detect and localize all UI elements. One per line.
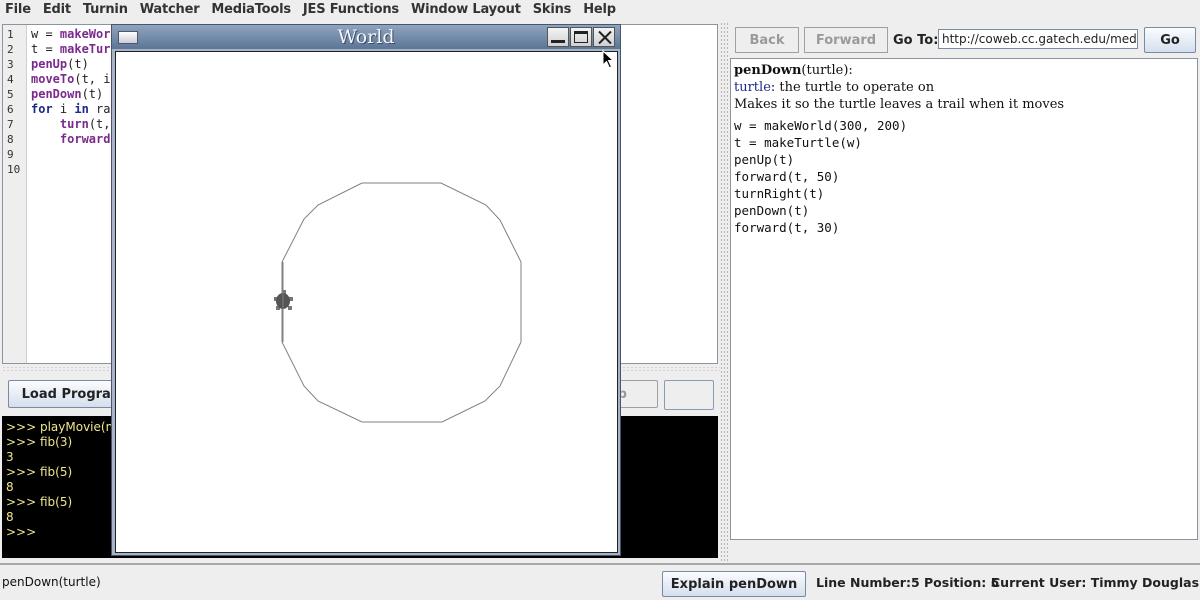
line-number: 6 (7, 103, 14, 116)
function-token: makeWorl (59, 27, 118, 41)
function-token: penDown (31, 87, 82, 101)
parameter-description: turtle: the turtle to operate on (734, 79, 1194, 96)
example-code: w = makeWorld(300, 200) t = makeTurtle(w)… (734, 117, 1194, 236)
function-token: makeTurt (59, 42, 118, 56)
help-document: penDown(turtle): turtle: the turtle to o… (730, 58, 1198, 540)
current-user-info: Current User: Timmy Douglas (991, 575, 1200, 590)
go-button[interactable]: Go (1144, 27, 1196, 53)
url-input[interactable]: http://coweb.cc.gatech.edu/medi (938, 29, 1138, 49)
keyword-token: in (74, 102, 89, 116)
forward-button[interactable]: Forward (804, 27, 888, 53)
world-canvas (115, 51, 618, 553)
line-number: 4 (7, 73, 14, 86)
minimize-icon[interactable] (547, 27, 569, 47)
function-description: Makes it so the turtle leaves a trail wh… (734, 97, 1065, 112)
line-number: 3 (7, 58, 14, 71)
code-line[interactable]: penDown(t) (31, 87, 118, 102)
line-number: 7 (7, 118, 14, 131)
keyword-token: for (31, 102, 53, 116)
code-token: (t) (81, 87, 104, 101)
close-icon[interactable] (593, 27, 615, 47)
world-title-bar[interactable]: World (112, 25, 620, 49)
menu-watcher[interactable]: Watcher (134, 0, 206, 20)
world-title: World (337, 26, 395, 48)
function-signature: penDown(turtle): (734, 62, 1194, 79)
line-number: 5 (7, 88, 14, 101)
line-position-info: Line Number:5 Position: 5 (816, 575, 1000, 590)
menu-turnin[interactable]: Turnin (77, 0, 134, 20)
menu-mediatools[interactable]: MediaTools (205, 0, 297, 20)
line-number: 1 (7, 28, 14, 41)
menu-help[interactable]: Help (577, 0, 622, 20)
blank-button[interactable] (664, 380, 714, 410)
function-token: moveTo (31, 72, 75, 86)
code-line[interactable]: turn(t, (31, 117, 118, 132)
function-token: penUp (31, 57, 68, 71)
code-token: t = (31, 42, 60, 56)
mouse-cursor-icon (602, 50, 615, 69)
example-line: forward(t, 50) (734, 169, 840, 184)
code-line[interactable]: forward( (31, 132, 118, 147)
status-text: penDown(turtle) (2, 575, 101, 589)
back-button[interactable]: Back (735, 27, 799, 53)
code-token: i (52, 102, 75, 116)
function-args: (turtle): (801, 63, 853, 78)
parameter-name: turtle (734, 80, 771, 95)
code-area[interactable]: w = makeWorl t = makeTurt penUp(t) moveTo(t… (31, 27, 118, 177)
code-line[interactable]: t = makeTurt (31, 42, 118, 57)
code-line[interactable] (31, 147, 118, 162)
vertical-split-handle[interactable] (720, 22, 728, 562)
line-number: 10 (7, 163, 21, 176)
line-number: 8 (7, 133, 14, 146)
menu-window-layout[interactable]: Window Layout (405, 0, 527, 20)
code-line[interactable]: moveTo(t, in (31, 72, 118, 87)
parameter-text: : the turtle to operate on (770, 80, 935, 95)
line-number: 2 (7, 43, 14, 56)
example-line: w = makeWorld(300, 200) (734, 118, 908, 133)
maximize-icon[interactable] (570, 27, 592, 47)
menu-edit[interactable]: Edit (37, 0, 77, 20)
world-window: World (111, 24, 621, 556)
code-token: w = (31, 27, 60, 41)
example-line: turnRight(t) (734, 186, 825, 201)
code-token: (t) (67, 57, 89, 71)
goto-label: Go To: (893, 33, 939, 48)
example-line: t = makeTurtle(w) (734, 135, 862, 150)
function-token: turn (59, 117, 89, 131)
code-line[interactable] (31, 162, 118, 177)
code-line[interactable]: penUp(t) (31, 57, 118, 72)
help-navigation-bar: Back Forward Go To: http://coweb.cc.gate… (730, 24, 1200, 56)
status-bar: penDown(turtle) Explain penDown Line Num… (0, 563, 1200, 600)
code-token: (t, (88, 117, 111, 131)
code-line[interactable]: for i in ran (31, 102, 118, 117)
menu-skins[interactable]: Skins (527, 0, 577, 20)
line-number-gutter: 1 2 3 4 5 6 7 8 9 10 (3, 25, 27, 363)
code-line[interactable]: w = makeWorl (31, 27, 118, 42)
menu-file[interactable]: File (2, 0, 37, 20)
menu-jes-functions[interactable]: JES Functions (297, 0, 405, 20)
function-token: forward (59, 132, 111, 146)
explain-button[interactable]: Explain penDown (662, 571, 806, 597)
menu-bar: File Edit Turnin Watcher MediaTools JES … (0, 0, 1200, 20)
example-line: forward(t, 30) (734, 220, 840, 235)
function-name: penDown (734, 63, 802, 78)
example-line: penDown(t) (734, 203, 810, 218)
line-number: 9 (7, 148, 14, 161)
example-line: penUp(t) (734, 152, 795, 167)
